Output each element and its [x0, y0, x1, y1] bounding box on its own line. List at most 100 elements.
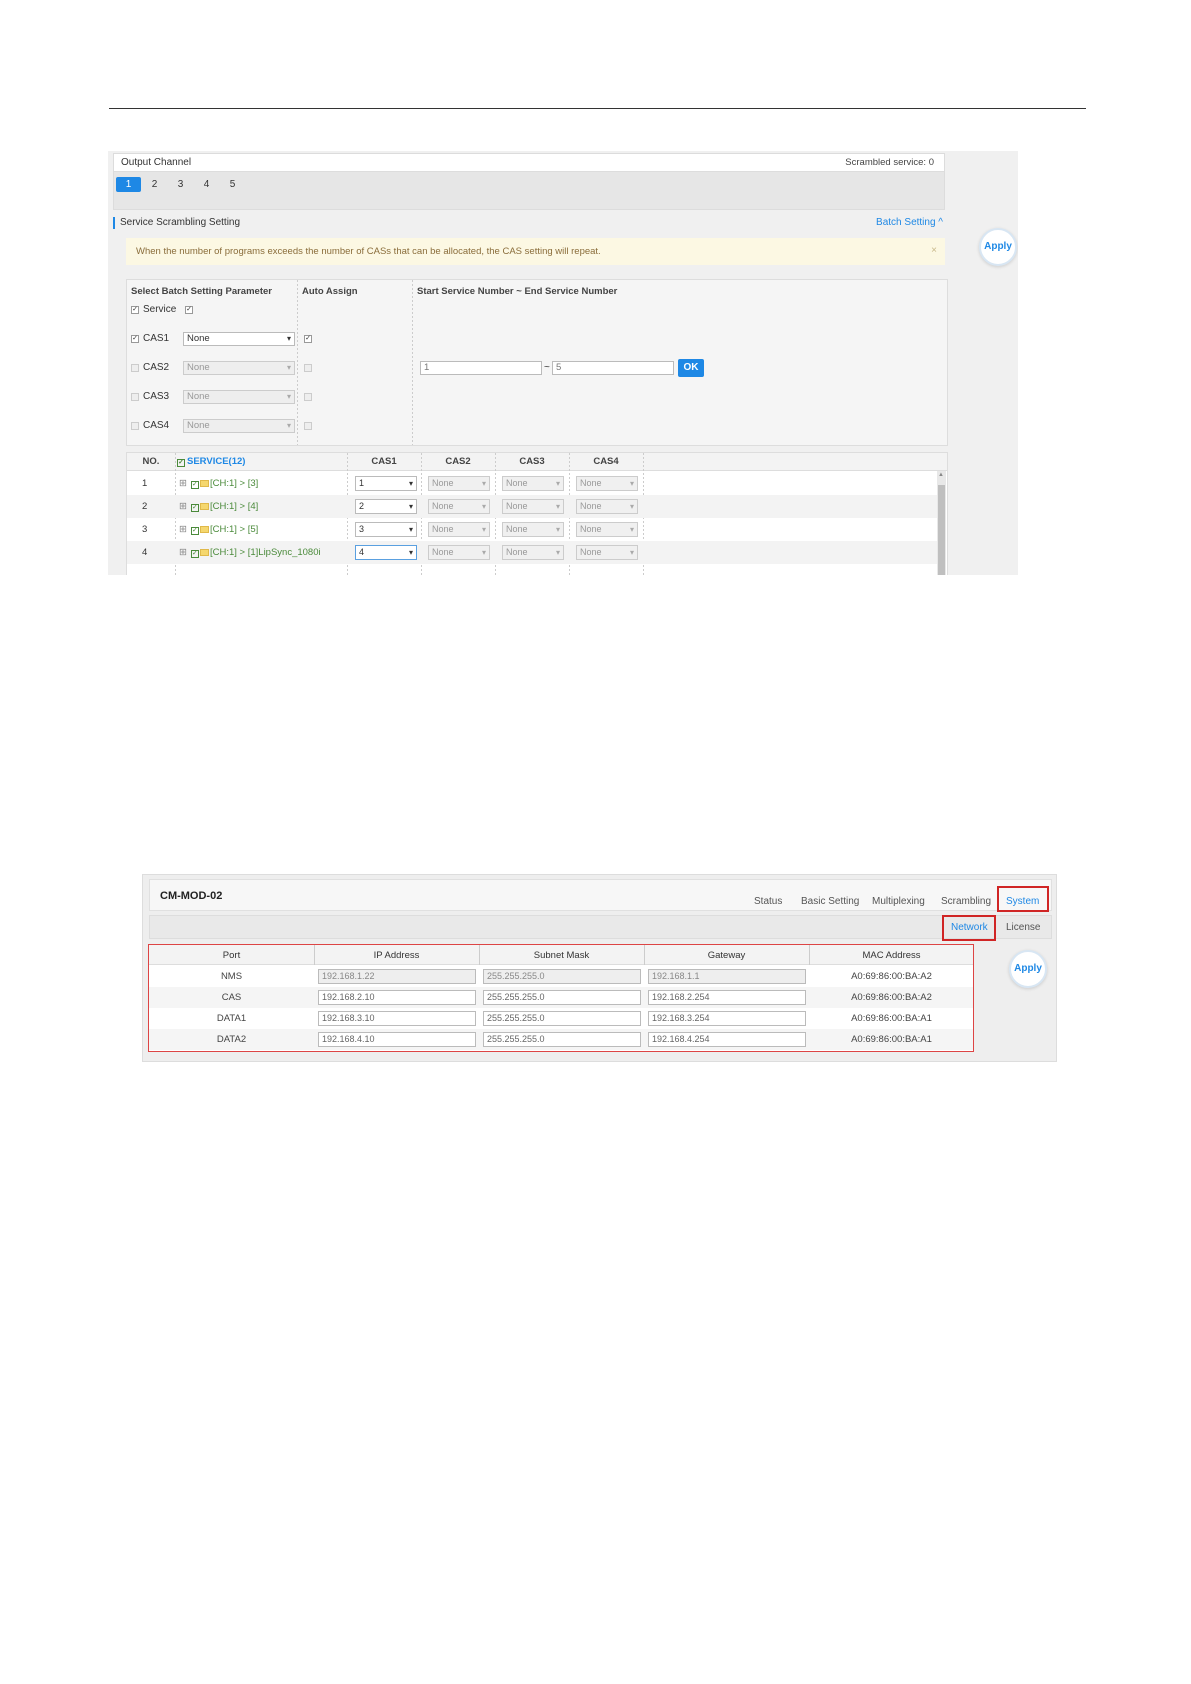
scrollbar[interactable]: ▲ — [937, 471, 946, 575]
row-number: 2 — [142, 501, 148, 512]
gateway-field[interactable]: 192.168.2.254 — [648, 990, 806, 1005]
header-ip: IP Address — [373, 950, 420, 961]
table-row[interactable]: 4 ⊞ ✓ [CH:1] > [1]LipSync_1080i 4 ▾ None ▾ N… — [127, 541, 937, 564]
cas1-select[interactable]: None ▾ — [183, 332, 295, 346]
channel-tab-3[interactable]: 3 — [168, 177, 193, 192]
service-name: ⊞ ✓ [CH:1] > [4] — [179, 501, 258, 512]
cas4-select-value: None — [187, 420, 210, 431]
expand-icon[interactable]: ⊞ — [179, 547, 187, 558]
scroll-up-icon[interactable]: ▲ — [938, 472, 944, 478]
highlight-box — [997, 886, 1049, 912]
header-mac: MAC Address — [862, 950, 921, 961]
header-service[interactable]: ✓ SERVICE(12) — [175, 456, 347, 467]
cas2-select[interactable]: None ▾ — [428, 522, 490, 537]
cas1-select[interactable]: 2 ▾ — [355, 499, 417, 514]
cas1-select[interactable]: 3 ▾ — [355, 522, 417, 537]
cas1-select[interactable]: 4 ▾ — [355, 545, 417, 560]
cas4-checkbox[interactable] — [131, 422, 139, 430]
cas3-value: None — [506, 547, 528, 557]
cas3-select[interactable]: None ▾ — [183, 390, 295, 404]
select-all-checkbox[interactable]: ✓ — [177, 459, 185, 467]
cas4-select[interactable]: None ▾ — [576, 476, 638, 491]
row-checkbox[interactable]: ✓ — [190, 550, 199, 558]
cas2-select[interactable]: None ▾ — [428, 545, 490, 560]
gateway-field[interactable]: 192.168.3.254 — [648, 1011, 806, 1026]
network-table-header: Port IP Address Subnet Mask Gateway MAC … — [149, 945, 973, 965]
cas4-auto-checkbox[interactable] — [304, 422, 312, 430]
cas3-select[interactable]: None ▾ — [502, 545, 564, 560]
chevron-down-icon: ▾ — [481, 479, 486, 488]
cas4-select[interactable]: None ▾ — [576, 499, 638, 514]
channel-tab-2[interactable]: 2 — [142, 177, 167, 192]
cas2-auto-checkbox[interactable] — [304, 364, 312, 372]
table-row[interactable]: 3 ⊞ ✓ [CH:1] > [5] 3 ▾ None ▾ None ▾ None ▾ — [127, 518, 937, 541]
cas1-checkbox[interactable]: ✓ — [131, 335, 139, 343]
ip-field[interactable]: 192.168.3.10 — [318, 1011, 476, 1026]
cas3-select[interactable]: None ▾ — [502, 499, 564, 514]
nav-basic-setting[interactable]: Basic Setting — [801, 896, 859, 907]
nav-status[interactable]: Status — [754, 896, 782, 907]
cas4-select[interactable]: None ▾ — [576, 522, 638, 537]
ok-button[interactable]: OK — [678, 359, 704, 377]
batch-setting-toggle[interactable]: Batch Setting ^ — [876, 217, 943, 228]
mask-field[interactable]: 255.255.255.0 — [483, 990, 641, 1005]
cas1-value: 3 — [359, 524, 365, 534]
cas3-checkbox[interactable] — [131, 393, 139, 401]
cas3-select[interactable]: None ▾ — [502, 522, 564, 537]
output-channel-title: Output Channel — [121, 157, 192, 168]
scrollbar-thumb[interactable] — [938, 485, 945, 575]
chevron-down-icon: ▾ — [408, 525, 413, 534]
gateway-field[interactable]: 192.168.4.254 — [648, 1032, 806, 1047]
close-icon[interactable]: × — [931, 245, 937, 256]
cas1-select[interactable]: 1 ▾ — [355, 476, 417, 491]
service-auto-checkbox[interactable]: ✓ — [185, 306, 193, 314]
expand-icon[interactable]: ⊞ — [179, 478, 187, 489]
cas3-select[interactable]: None ▾ — [502, 476, 564, 491]
cas2-select[interactable]: None ▾ — [183, 361, 295, 375]
end-service-input[interactable]: 5 — [552, 361, 674, 375]
cas3-auto-checkbox[interactable] — [304, 393, 312, 401]
channel-tab-4[interactable]: 4 — [194, 177, 219, 192]
tab-license[interactable]: License — [1006, 922, 1040, 933]
mac-address: A0:69:86:00:BA:A1 — [851, 1013, 932, 1024]
apply-button[interactable]: Apply — [1009, 950, 1047, 988]
row-checkbox[interactable]: ✓ — [190, 527, 199, 535]
port-name: CAS — [221, 992, 242, 1003]
brand-logo: CM-MOD-02 — [160, 890, 223, 902]
service-name: ⊞ ✓ [CH:1] > [1]LipSync_1080i — [179, 547, 321, 558]
ip-field[interactable]: 192.168.4.10 — [318, 1032, 476, 1047]
mask-field[interactable]: 255.255.255.0 — [483, 1032, 641, 1047]
service-checkbox[interactable]: ✓ — [131, 306, 139, 314]
cas4-value: None — [580, 524, 602, 534]
row-checkbox[interactable]: ✓ — [190, 504, 199, 512]
channel-tab-5[interactable]: 5 — [220, 177, 245, 192]
cas1-auto-checkbox[interactable]: ✓ — [304, 335, 312, 343]
cas2-select[interactable]: None ▾ — [428, 476, 490, 491]
chevron-down-icon: ▾ — [286, 392, 291, 401]
gateway-field[interactable]: 192.168.1.1 — [648, 969, 806, 984]
cas2-select[interactable]: None ▾ — [428, 499, 490, 514]
nav-scrambling[interactable]: Scrambling — [941, 896, 991, 907]
table-row[interactable]: 2 ⊞ ✓ [CH:1] > [4] 2 ▾ None ▾ None ▾ None ▾ — [127, 495, 937, 518]
ip-field[interactable]: 192.168.1.22 — [318, 969, 476, 984]
section-title: Service Scrambling Setting — [120, 217, 241, 228]
mask-field[interactable]: 255.255.255.0 — [483, 969, 641, 984]
cas4-select[interactable]: None ▾ — [576, 545, 638, 560]
nav-multiplexing[interactable]: Multiplexing — [872, 896, 925, 907]
cas2-select-value: None — [187, 362, 210, 373]
service-table: NO. ✓ SERVICE(12) CAS1 CAS2 CAS3 CAS4 1 ⊞… — [126, 452, 948, 575]
table-row[interactable]: 1 ⊞ ✓ [CH:1] > [3] 1 ▾ None ▾ None ▾ None ▾ — [127, 472, 937, 495]
row-checkbox[interactable]: ✓ — [190, 481, 199, 489]
expand-icon[interactable]: ⊞ — [179, 501, 187, 512]
chevron-down-icon: ▾ — [408, 502, 413, 511]
row-number: 4 — [142, 547, 148, 558]
cas2-value: None — [432, 524, 454, 534]
channel-tab-1[interactable]: 1 — [116, 177, 141, 192]
cas2-checkbox[interactable] — [131, 364, 139, 372]
mask-field[interactable]: 255.255.255.0 — [483, 1011, 641, 1026]
cas4-select[interactable]: None ▾ — [183, 419, 295, 433]
expand-icon[interactable]: ⊞ — [179, 524, 187, 535]
start-service-input[interactable]: 1 — [420, 361, 542, 375]
ip-field[interactable]: 192.168.2.10 — [318, 990, 476, 1005]
apply-button[interactable]: Apply — [979, 228, 1017, 266]
